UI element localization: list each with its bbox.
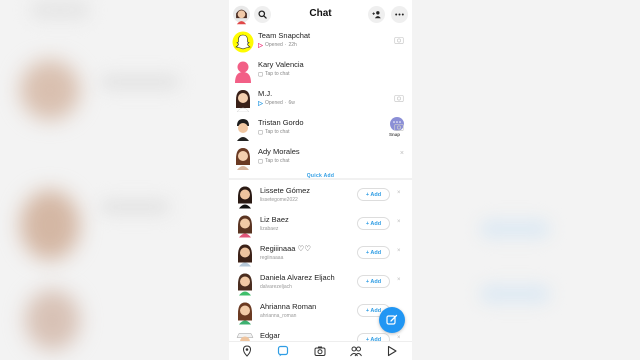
chat-name: Ady Morales: [258, 147, 300, 156]
chat-status: Opened · 22h: [258, 42, 297, 48]
person-username: lissetegome2022: [260, 197, 298, 203]
chat-row[interactable]: M.J. Opened · 6w: [229, 86, 412, 115]
add-friend-button[interactable]: + Add: [357, 275, 390, 288]
chat-status: Tap to chat: [258, 158, 289, 164]
bg-blur-text: [100, 75, 180, 89]
bitmoji-avatar-icon: [237, 119, 249, 141]
bitmoji-avatar-icon: [238, 273, 252, 296]
more-options-button[interactable]: [391, 6, 408, 23]
map-icon[interactable]: [241, 345, 253, 357]
chat-status: Tap to chat: [258, 129, 289, 135]
more-icon: [395, 13, 404, 16]
separator-dot: ·: [284, 100, 287, 106]
sent-arrow-icon: [258, 42, 263, 48]
person-name: Liz Baez: [260, 215, 289, 224]
chat-header: Chat: [229, 0, 412, 30]
chat-name: Tristan Gordo: [258, 118, 304, 127]
bg-blur-text: [100, 200, 170, 214]
status-text: Tap to chat: [265, 71, 290, 77]
bitmoji-avatar-icon: [238, 244, 252, 267]
section-divider: [229, 178, 412, 180]
bitmoji-avatar-icon: [236, 90, 250, 112]
bg-blur-button: [480, 220, 550, 238]
status-text: Opened: [265, 42, 283, 48]
chat-icon[interactable]: [277, 345, 289, 357]
status-time: 22h: [288, 42, 297, 48]
dismiss-icon[interactable]: ×: [397, 219, 401, 225]
person-username: lizabaez: [260, 226, 279, 232]
chat-bubble-icon: [258, 71, 263, 76]
chat-name: Team Snapchat: [258, 31, 311, 40]
bg-blur-button: [480, 285, 550, 303]
quick-add-row[interactable]: Regiiinaaa ♡♡ regiinaaaa + Add ×: [229, 240, 412, 269]
chat-row[interactable]: Kary Valencia Tap to chat Snap: [229, 57, 412, 137]
quick-add-row[interactable]: Daniela Alvarez Eljach dalvarezeljach + …: [229, 269, 412, 298]
person-username: dalvarezeljach: [260, 284, 292, 290]
camera-icon[interactable]: [394, 94, 404, 102]
bitmoji-avatar-icon: [236, 148, 250, 170]
person-username: regiinaaaa: [260, 255, 284, 261]
person-name: Edgar: [260, 331, 281, 340]
discover-icon[interactable]: [386, 345, 398, 357]
person-username: ahrianna_roman: [260, 313, 297, 319]
bg-blur-avatar: [20, 190, 80, 260]
team-snapchat-avatar-icon: [232, 31, 254, 53]
sent-arrow-icon: [258, 100, 263, 106]
add-friend-button[interactable]: + Add: [357, 188, 390, 201]
camera-icon[interactable]: [394, 36, 404, 44]
person-name: Ahrianna Roman: [260, 302, 317, 311]
bottom-nav: [229, 341, 412, 360]
bg-blur-avatar: [25, 290, 80, 350]
person-name: Regiiinaaa ♡♡: [260, 244, 311, 253]
chat-name: M.J.: [258, 89, 273, 98]
bg-blur-text: [30, 0, 90, 20]
status-text: Opened: [265, 100, 283, 106]
default-avatar-icon: [235, 61, 251, 83]
status-time: 6w: [288, 100, 295, 106]
chat-status: Opened · 6w: [258, 100, 295, 106]
status-text: Tap to chat: [265, 129, 290, 135]
add-friend-button[interactable]: + Add: [357, 217, 390, 230]
chat-row[interactable]: Ady Morales Tap to chat ×: [229, 144, 412, 173]
add-friend-button[interactable]: + Add: [357, 246, 390, 259]
dismiss-icon[interactable]: ×: [397, 190, 401, 196]
chat-row[interactable]: Tristan Gordo Tap to chat: [229, 115, 412, 144]
compose-icon: [386, 314, 398, 325]
chat-bubble-icon: [258, 158, 263, 163]
new-chat-button[interactable]: [379, 307, 405, 333]
bg-blur-avatar: [20, 60, 80, 120]
chat-name: Kary Valencia: [258, 60, 304, 69]
separator-dot: ·: [284, 42, 287, 48]
status-text: Tap to chat: [265, 158, 290, 164]
friends-icon[interactable]: [350, 345, 362, 357]
chat-screen: Chat Team Snapchat Opened · 22h Kary Val…: [229, 0, 412, 360]
quick-add-row[interactable]: Lissete Gómez lissetegome2022 + Add ×: [229, 182, 412, 211]
bitmoji-avatar-icon: [238, 302, 252, 325]
person-name: Lissete Gómez: [260, 186, 311, 195]
dismiss-icon[interactable]: ×: [397, 277, 401, 283]
dismiss-icon[interactable]: ×: [397, 248, 401, 254]
bitmoji-avatar-icon: [238, 186, 252, 209]
add-friend-button[interactable]: [368, 6, 385, 23]
chat-status: Tap to chat: [258, 71, 289, 77]
person-name: Daniela Alvarez Eljach: [260, 273, 335, 282]
camera-icon[interactable]: [314, 345, 326, 357]
add-friend-icon: [371, 11, 381, 19]
chat-row[interactable]: Team Snapchat Opened · 22h: [229, 28, 412, 57]
bitmoji-avatar-icon: [238, 215, 252, 238]
quick-add-row[interactable]: Liz Baez lizabaez + Add ×: [229, 211, 412, 240]
dismiss-icon[interactable]: ×: [400, 150, 404, 157]
camera-icon[interactable]: [394, 123, 404, 131]
chat-bubble-icon: [258, 129, 263, 134]
